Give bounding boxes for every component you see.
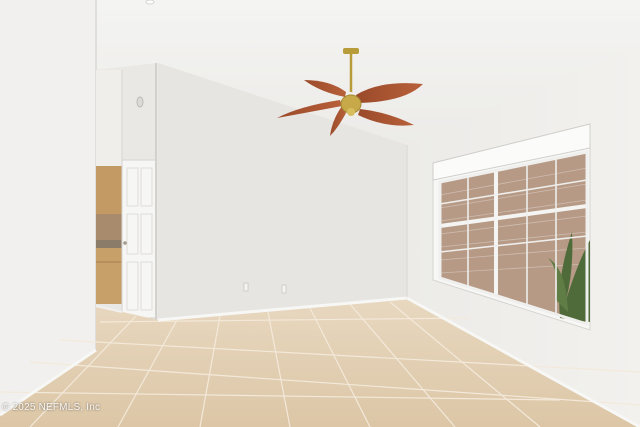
watermark: © 2025 NEFMLS, Inc (2, 402, 101, 413)
wall-outlet (281, 284, 287, 294)
room-illustration (0, 0, 640, 427)
kitchen-cabinet-upper (96, 166, 122, 214)
left-wall (0, 0, 96, 415)
kitchen-cabinet-lower (96, 248, 122, 304)
wall-sconce (136, 96, 144, 108)
kitchen-counter (96, 240, 122, 248)
room-photo: © 2025 NEFMLS, Inc (0, 0, 640, 427)
wall-outlet (243, 282, 249, 292)
recessed-light (145, 0, 155, 5)
door-knob (123, 241, 127, 245)
